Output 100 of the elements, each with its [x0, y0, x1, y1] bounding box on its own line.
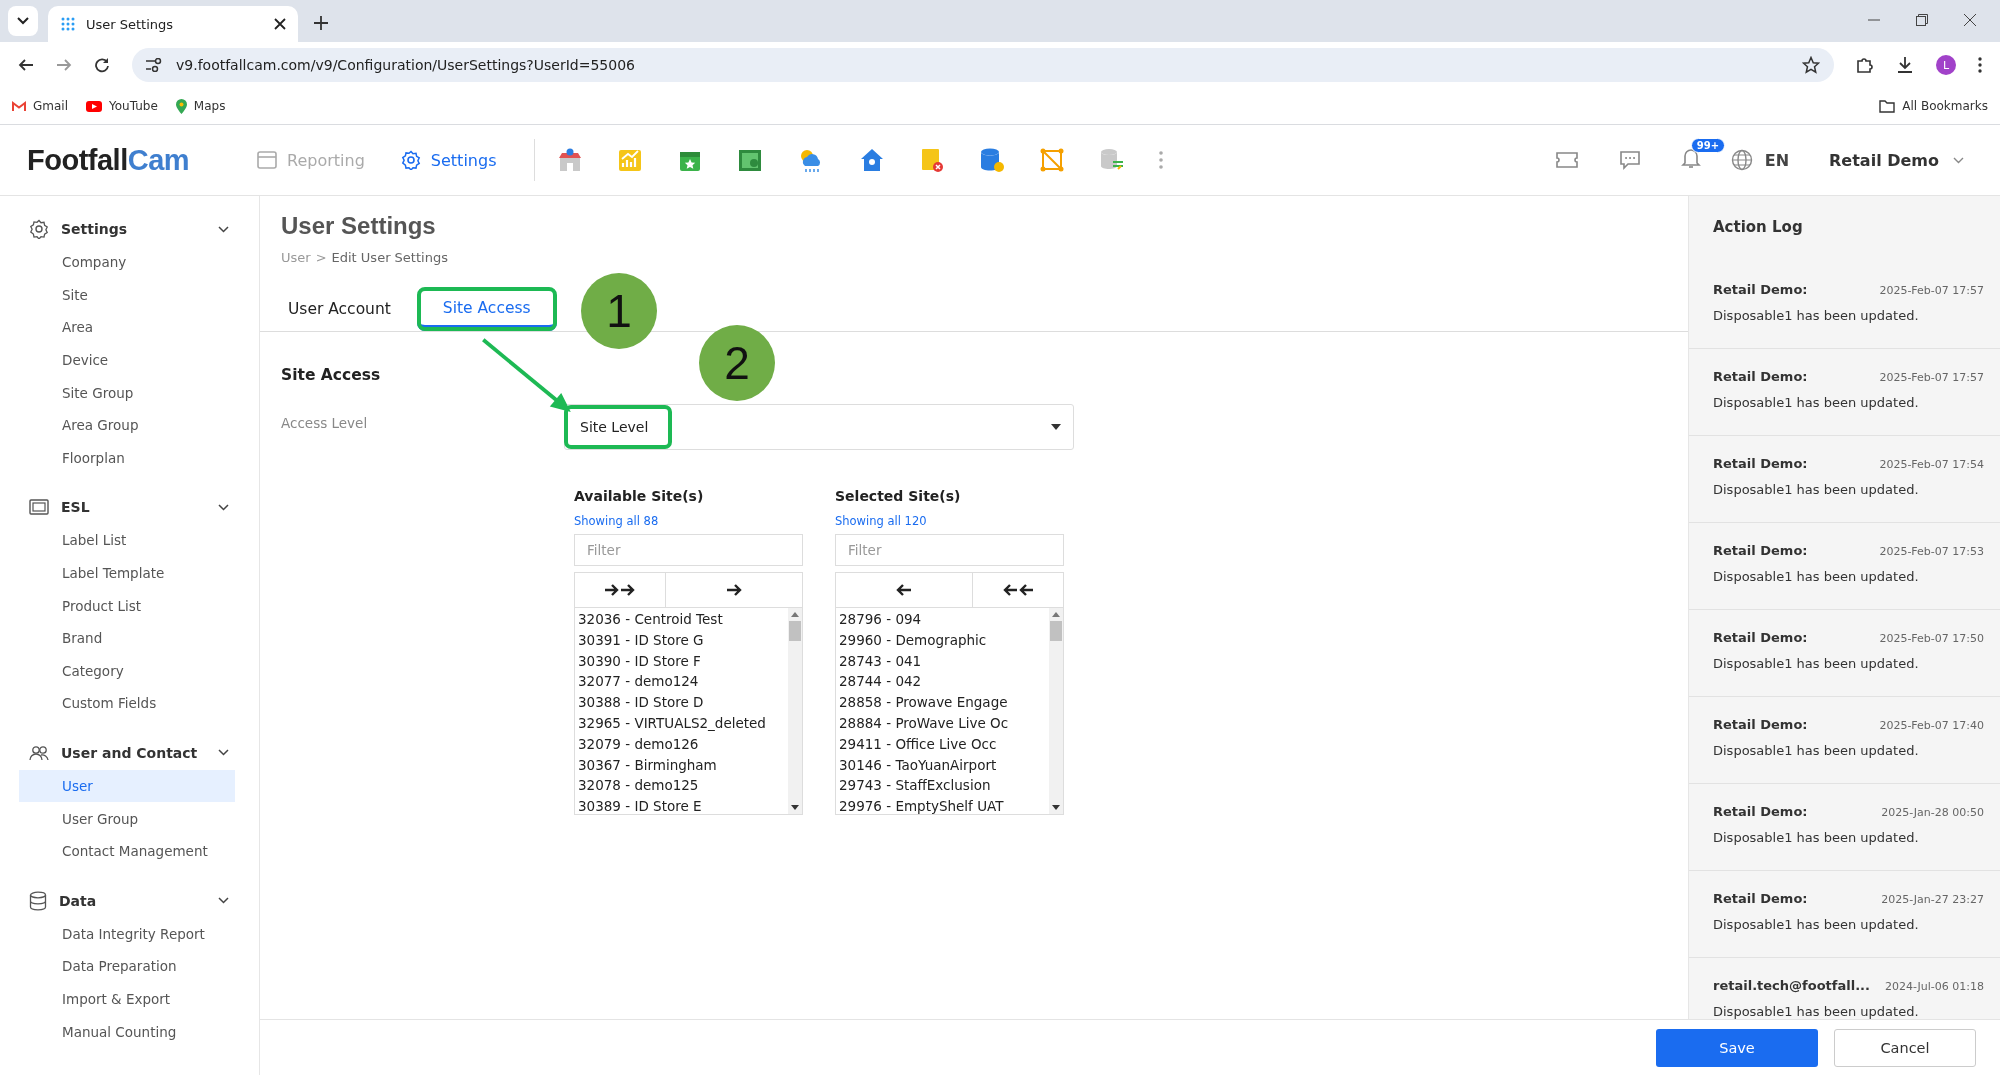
language-selector[interactable]: EN: [1730, 149, 1790, 171]
sidebar-group-header[interactable]: Settings: [19, 212, 259, 246]
sidebar-item[interactable]: Custom Fields: [19, 687, 235, 720]
scroll-up-icon[interactable]: [791, 612, 799, 617]
sidebar-item[interactable]: Device: [19, 343, 235, 377]
footfallcam-logo[interactable]: FootfallCam: [0, 143, 240, 177]
sidebar-item[interactable]: Label List: [19, 524, 235, 557]
bell-icon[interactable]: [1680, 147, 1701, 169]
filter-field[interactable]: Filter: [574, 534, 803, 566]
scroll-down-icon[interactable]: [791, 805, 799, 810]
site-option[interactable]: 28743 - 041: [839, 650, 1046, 672]
tab-list-button[interactable]: [8, 6, 38, 36]
close-icon[interactable]: [274, 18, 286, 30]
sidebar-group-header[interactable]: User and Contact: [19, 735, 259, 770]
cancel-button[interactable]: Cancel: [1834, 1028, 1976, 1067]
sidebar-item[interactable]: Data Preparation: [19, 950, 235, 983]
double-arrow-right-icon: [604, 584, 637, 596]
sidebar-item[interactable]: User Group: [19, 802, 235, 835]
site-option[interactable]: 32078 - demo125: [578, 775, 785, 797]
sidebar-item[interactable]: Brand: [19, 621, 235, 655]
site-option[interactable]: 32077 - demo124: [578, 671, 785, 693]
document-icon[interactable]: [919, 147, 946, 173]
site-listbox[interactable]: 32036 - Centroid Test 30391 - ID Store G 30390 - ID Store F 32077 - demo124 30388 - ID Store D 32965 - VIRTUALS2_deleted 32079 - demo126 30367 - Birmingham 32078 - demo125 30389 - ID Store E: [574, 607, 803, 815]
site-option[interactable]: 29960 - Demographic: [839, 629, 1046, 651]
site-option[interactable]: 29411 - Office Live Occ: [839, 733, 1046, 755]
site-option[interactable]: 30390 - ID Store F: [578, 650, 785, 672]
profile-avatar[interactable]: L: [1936, 55, 1956, 75]
restore-icon[interactable]: [1916, 14, 1928, 26]
user-menu[interactable]: Retail Demo: [1829, 150, 1964, 170]
log-user: Retail Demo:: [1713, 717, 1808, 732]
bookmarks-folder-link[interactable]: All Bookmarks: [1879, 99, 1988, 113]
site-option[interactable]: 30146 - TaoYuanAirport: [839, 754, 1046, 776]
site-option[interactable]: 28796 - 094: [839, 609, 1046, 630]
star-icon[interactable]: [1802, 56, 1820, 74]
site-option[interactable]: 29976 - EmptyShelf UAT: [839, 796, 1046, 814]
sidebar-item[interactable]: Company: [19, 246, 235, 279]
database-icon[interactable]: [979, 147, 1006, 173]
nav-link[interactable]: Settings: [382, 150, 515, 170]
reload-icon[interactable]: [94, 57, 110, 73]
sidebar-item[interactable]: Area Group: [19, 408, 235, 442]
site-option[interactable]: 32079 - demo126: [578, 733, 785, 755]
caret-icon: [1051, 424, 1061, 430]
scrollbar-thumb[interactable]: [789, 621, 801, 641]
chat-icon[interactable]: [1618, 150, 1641, 170]
ticket-icon[interactable]: [1554, 151, 1579, 169]
back-icon[interactable]: [18, 57, 34, 73]
sidebar-group-header[interactable]: Data: [19, 883, 259, 918]
forward-icon[interactable]: [56, 57, 72, 73]
site-option[interactable]: 28858 - Prowave Engage: [839, 692, 1046, 713]
site-option[interactable]: 32036 - Centroid Test: [578, 609, 785, 630]
folder-icon: [1879, 99, 1896, 113]
bookmark-link[interactable]: Gmail: [12, 99, 68, 113]
scrollbar[interactable]: [788, 608, 802, 814]
sidebar-item[interactable]: Floorplan: [19, 441, 235, 475]
sidebar-item[interactable]: Contact Management: [19, 834, 235, 868]
sidebar-item[interactable]: Label Template: [19, 556, 235, 590]
tab[interactable]: User Account: [281, 287, 414, 331]
bookmark-link[interactable]: Maps: [175, 98, 226, 114]
scroll-up-icon[interactable]: [1052, 612, 1060, 617]
field-label: Access Level: [281, 414, 369, 431]
sidebar-item[interactable]: Site: [19, 278, 235, 312]
filter-field[interactable]: Filter: [835, 534, 1064, 566]
more-icon[interactable]: [1978, 57, 1982, 73]
log-message: Disposable1 has been updated.: [1713, 1004, 1920, 1019]
sidebar-item[interactable]: Category: [19, 654, 235, 688]
site-option[interactable]: 30391 - ID Store G: [578, 629, 785, 651]
sidebar-item[interactable]: Product List: [19, 589, 235, 622]
download-icon[interactable]: [1896, 56, 1914, 74]
site-option[interactable]: 32965 - VIRTUALS2_deleted: [578, 713, 785, 734]
close-icon[interactable]: [1964, 14, 1976, 26]
pin-icon: [175, 98, 187, 114]
scroll-down-icon[interactable]: [1052, 805, 1060, 810]
site-listbox[interactable]: 28796 - 094 29960 - Demographic 28743 - 041 28744 - 042 28858 - Prowave Engage 28884 - ProWave Live Oc 29411 - Office Live Occ 30146 - TaoYuanAirport 29743 - StaffExclusion 29976 - EmptyShelf UAT: [835, 607, 1064, 815]
address-bar[interactable]: v9.footfallcam.com/v9/Configuration/UserSettings?UserId=55006: [132, 48, 1834, 82]
site-option[interactable]: 28744 - 042: [839, 671, 1046, 693]
scrollbar-thumb[interactable]: [1050, 621, 1062, 641]
sidebar-item[interactable]: Import & Export: [19, 982, 235, 1016]
site-option[interactable]: 30389 - ID Store E: [578, 796, 785, 814]
sidebar-item[interactable]: Manual Counting: [19, 1015, 235, 1048]
nodes-icon[interactable]: [1039, 147, 1066, 173]
sidebar-item[interactable]: User: [19, 769, 235, 803]
sidebar-item[interactable]: Site Group: [19, 376, 235, 409]
monitor-icon: [29, 499, 49, 516]
log-message: Disposable1 has been updated.: [1713, 308, 1920, 323]
store-icon[interactable]: [557, 147, 584, 173]
save-button[interactable]: Save: [1656, 1028, 1818, 1067]
site-option[interactable]: 30367 - Birmingham: [578, 754, 785, 776]
tab[interactable]: Site Access: [416, 287, 557, 331]
browser-tab[interactable]: User Settings: [48, 6, 298, 42]
access-level-dropdown[interactable]: Site Level: [564, 404, 1074, 450]
bookmark-link[interactable]: YouTube: [86, 99, 158, 113]
sidebar-group-header[interactable]: ESL: [19, 490, 259, 525]
puzzle-icon[interactable]: [1856, 56, 1874, 74]
site-option[interactable]: 29743 - StaffExclusion: [839, 775, 1046, 797]
sidebar-item[interactable]: Area: [19, 311, 235, 344]
site-option[interactable]: 28884 - ProWave Live Oc: [839, 713, 1046, 734]
site-option[interactable]: 30388 - ID Store D: [578, 692, 785, 713]
plus-icon[interactable]: [314, 16, 328, 30]
sidebar-item[interactable]: Data Integrity Report: [19, 917, 235, 951]
scrollbar[interactable]: [1049, 608, 1063, 814]
